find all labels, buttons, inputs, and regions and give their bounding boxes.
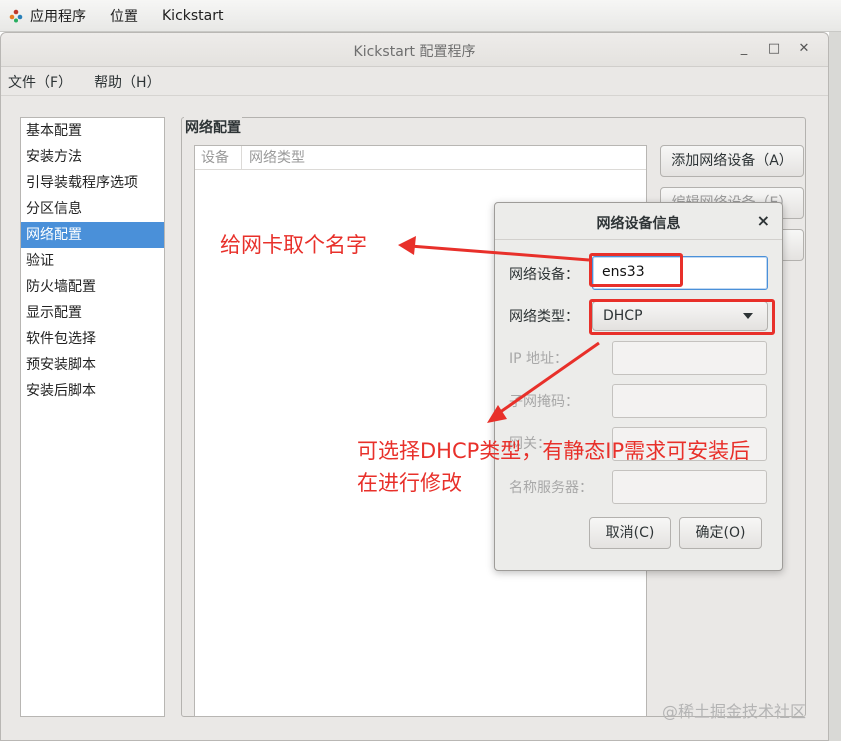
arrow-to-device-line (409, 244, 590, 262)
network-type-note-line2: 在进行修改 (357, 471, 462, 495)
annotation-arrows (398, 236, 600, 423)
watermark: @稀土掘金技术社区 (662, 702, 807, 721)
arrow-to-device-head (398, 236, 416, 255)
network-type-note-line1: 可选择DHCP类型，有静态IP需求可安装后 (357, 439, 751, 463)
arrow-to-note-line (495, 341, 600, 417)
device-name-note: 给网卡取个名字 (220, 233, 367, 257)
